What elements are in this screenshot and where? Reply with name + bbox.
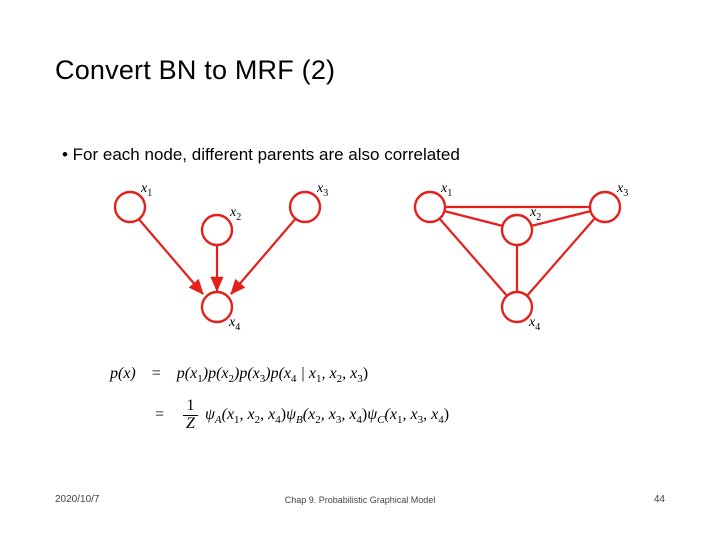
footer-page: 44 [654, 494, 665, 505]
equation-line1: p(x) = p(x1)p(x2)p(x3)p(x4 | x1, x2, x3) [110, 365, 368, 385]
footer-chapter: Chap 9. Probabilistic Graphical Model [0, 495, 720, 505]
slide-title: Convert BN to MRF (2) [55, 55, 335, 86]
equation-line2: = 1Z ψA(x1, x2, x4)ψB(x2, x3, x4)ψC(x1, … [155, 398, 449, 433]
diagram-bn: x1 x2 x3 x4 [95, 175, 345, 345]
bullet-text: • For each node, different parents are a… [62, 145, 460, 165]
diagram-mrf: x1 x2 x3 x4 [395, 175, 645, 345]
slide: Convert BN to MRF (2) • For each node, d… [0, 0, 720, 540]
